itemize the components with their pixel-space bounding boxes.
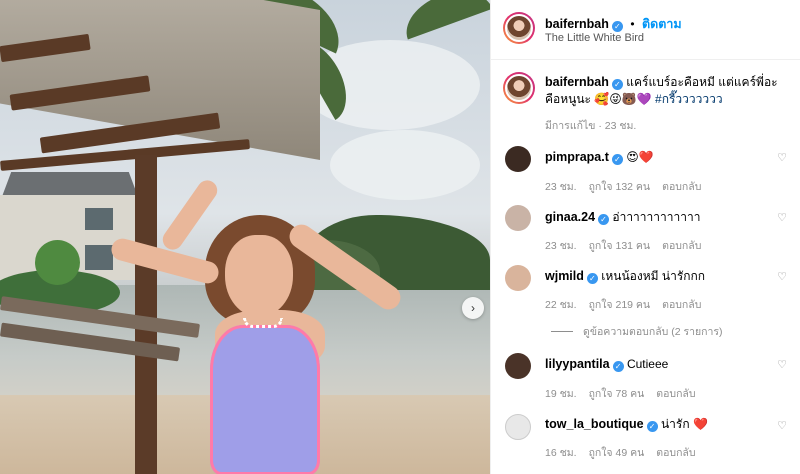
face [225,235,293,317]
reply-button[interactable]: ตอบกลับ [656,447,695,459]
verified-badge-icon: ✓ [611,21,623,32]
caption-hashtag[interactable]: #กรี๊ววววววว [655,92,723,106]
like-comment-heart-icon[interactable]: ♡ [777,419,787,432]
comment-username[interactable]: pimprapa.t [545,150,609,164]
reply-button[interactable]: ตอบกลับ [662,240,701,252]
view-replies-label: ดูข้อความตอบกลับ (2 รายการ) [583,326,723,338]
chevron-right-icon: › [471,301,475,315]
commenter-avatar[interactable] [505,353,531,379]
comment-username[interactable]: lilyypantila [545,357,610,371]
author-username[interactable]: baifernbah [545,17,609,31]
comment-text: 😍❤️ [626,150,654,164]
verified-badge-icon: ✓ [646,421,658,432]
comment-likes[interactable]: ถูกใจ 132 คน [589,181,651,193]
commenter-avatar[interactable] [505,265,531,291]
commenter-avatar[interactable] [505,146,531,172]
comment-username[interactable]: ginaa.24 [545,210,595,224]
verified-badge-icon: ✓ [611,154,623,165]
verified-badge-icon: ✓ [612,361,624,372]
comment-age: 19 ชม. [545,388,577,400]
comment-age: 22 ชม. [545,299,577,311]
commenter-avatar[interactable] [505,414,531,440]
comment-age: 23 ชม. [545,240,577,252]
comment-age: 16 ชม. [545,447,577,459]
commenter-avatar[interactable] [505,205,531,231]
comment-text: น่ารัก ❤️ [660,417,708,431]
separator-dot: • [630,17,635,31]
reply-button[interactable]: ตอบกลับ [662,299,701,311]
post-side-panel: baifernbah ✓ • ติดตาม The Little White Bi… [490,0,800,474]
comment-likes[interactable]: ถูกใจ 78 คน [589,388,645,400]
author-avatar[interactable] [503,12,535,44]
comment-likes[interactable]: ถูกใจ 49 คน [589,447,645,459]
house-window [85,208,113,230]
caption-avatar[interactable] [503,72,535,104]
caption-username[interactable]: baifernbah [545,75,609,89]
view-replies-link[interactable]: ดูข้อความตอบกลับ (2 รายการ) [551,323,723,340]
caption: baifernbah ✓ แคร์แบร์อะคือหมี แต่แคร์พี่อ… [545,74,790,108]
comment-likes[interactable]: ถูกใจ 219 คน [589,299,651,311]
reply-button[interactable]: ตอบกลับ [662,181,701,193]
house-window [85,245,113,270]
divider-dash [551,331,573,332]
bush [35,240,80,285]
verified-badge-icon: ✓ [611,79,623,90]
comment-username[interactable]: tow_la_boutique [545,417,644,431]
like-comment-heart-icon[interactable]: ♡ [777,358,787,371]
caption-edited-time: มีการแก้ไข · 23 ชม. [545,120,637,132]
cloud [330,130,480,200]
comment-username[interactable]: wjmild [545,269,584,283]
comment-text: อ่าาาาาาาาาาาา [612,210,701,224]
post-location[interactable]: The Little White Bird [545,32,644,44]
reply-button[interactable]: ตอบกลับ [656,388,695,400]
next-photo-button[interactable]: › [462,297,484,319]
verified-badge-icon: ✓ [598,214,610,225]
post-header: baifernbah ✓ • ติดตาม The Little White Bi… [491,0,800,60]
like-comment-heart-icon[interactable]: ♡ [777,211,787,224]
swimsuit-trim [210,325,320,474]
comment-text: เหนน้องหมี น่ารักกก [601,269,706,283]
comment-age: 23 ชม. [545,181,577,193]
necklace [243,318,283,328]
like-comment-heart-icon[interactable]: ♡ [777,151,787,164]
pergola-beam [0,139,250,171]
follow-button[interactable]: ติดตาม [642,17,682,31]
like-comment-heart-icon[interactable]: ♡ [777,270,787,283]
post-photo: › [0,0,490,474]
verified-badge-icon: ✓ [586,273,598,284]
comment-likes[interactable]: ถูกใจ 131 คน [589,240,651,252]
comment-text: Cutieee [626,357,669,371]
palm-frond [397,0,490,40]
